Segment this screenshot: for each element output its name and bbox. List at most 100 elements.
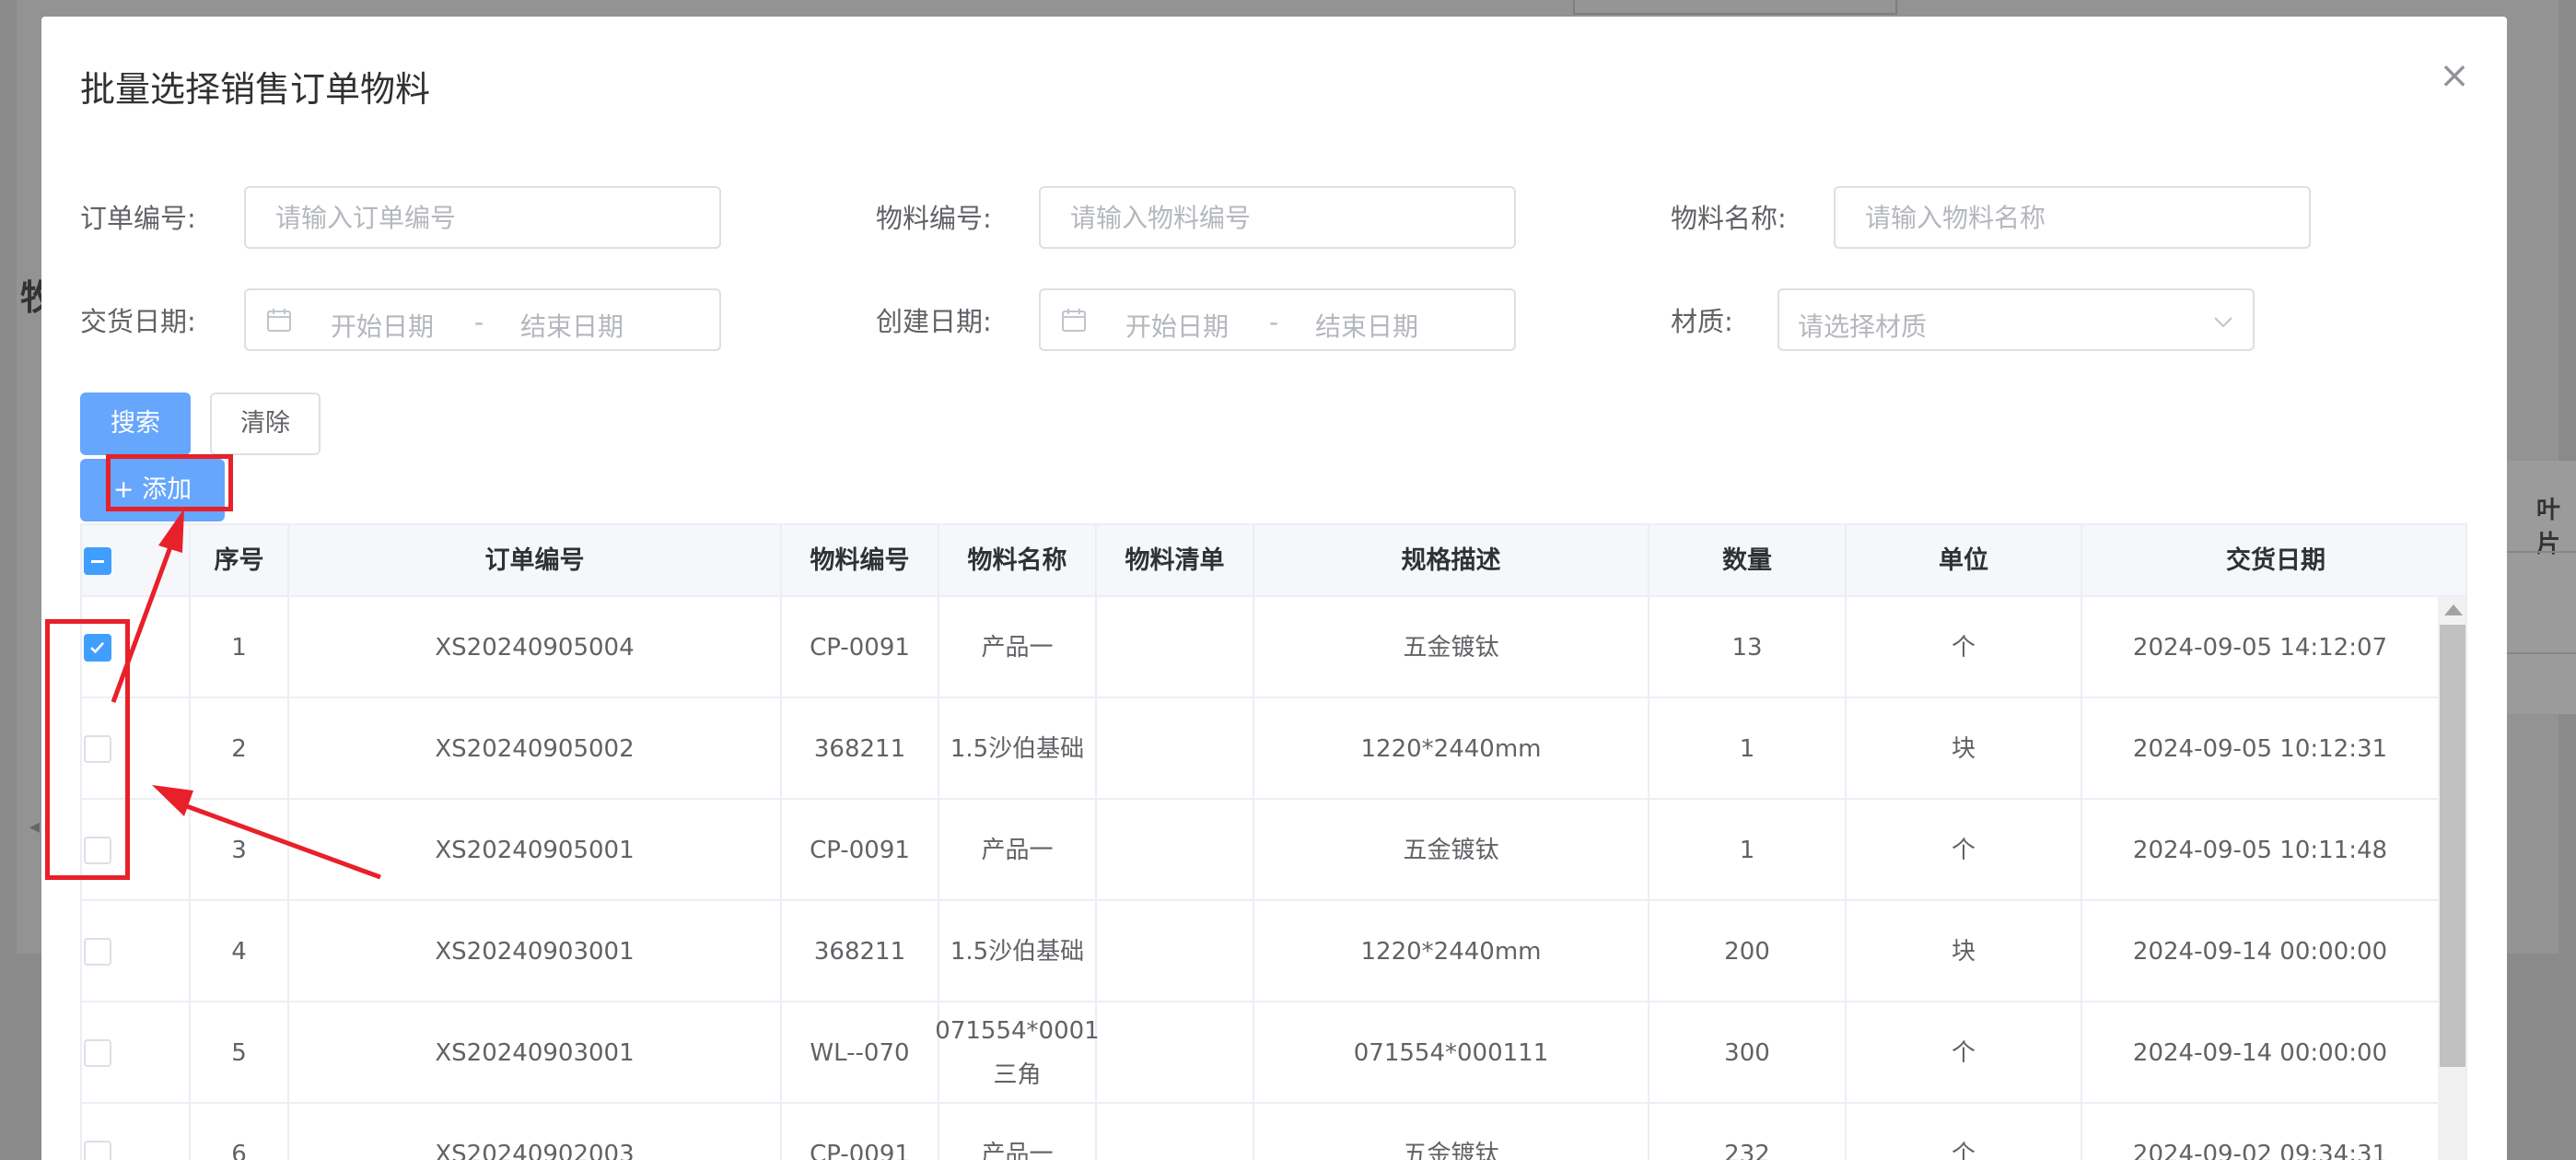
row-checkbox[interactable] (84, 1039, 111, 1067)
cell-unit: 个 (1847, 800, 2082, 901)
table-row[interactable]: 3 XS20240905001 CP-0091 产品一 五金镀钛 1 个 2024-09-05… (82, 800, 2438, 901)
search-button[interactable]: 搜索 (80, 393, 191, 455)
select-all-cell (82, 525, 191, 597)
cell-qty: 1 (1649, 800, 1847, 901)
cell-material-name: 1.5沙伯基础 (939, 901, 1097, 1002)
cell-delivery: 2024-09-02 09:34:31 (2132, 1141, 2388, 1160)
create-date-label: 创建日期: (876, 306, 992, 337)
cell-unit: 块 (1847, 901, 2082, 1002)
cell-spec: 1220*2440mm (1254, 698, 1649, 800)
cell-material-no: CP-0091 (782, 1104, 939, 1160)
row-checkbox[interactable] (84, 938, 111, 966)
cell-material-name: 1.5沙伯基础 (939, 698, 1097, 800)
cell-bom (1097, 698, 1254, 800)
row-select-cell (82, 1002, 191, 1104)
cell-spec: 五金镀钛 (1254, 597, 1649, 698)
cell-qty: 1 (1649, 698, 1847, 800)
cell-qty: 300 (1649, 1002, 1847, 1104)
cell-unit: 个 (1847, 1002, 2082, 1104)
cell-delivery: 2024-09-05 10:11:48 (2132, 837, 2388, 864)
delivery-date-label: 交货日期: (80, 306, 196, 337)
table-row[interactable]: 1 XS20240905004 CP-0091 产品一 五金镀钛 13 个 2024-09-0… (82, 597, 2438, 698)
material-table: 序号 订单编号 物料编号 物料名称 物料清单 规格描述 数量 单位 交货日期 1… (80, 523, 2467, 1160)
cell-qty: 200 (1649, 901, 1847, 1002)
cell-material-name: 产品一 (939, 597, 1097, 698)
cell-bom (1097, 1104, 1254, 1160)
cell-material-name: 产品一 (939, 800, 1097, 901)
column-header: 物料编号 (782, 525, 939, 597)
select-all-checkbox[interactable] (84, 547, 111, 575)
cell-material-no: 368211 (782, 698, 939, 800)
texture-select-placeholder: 请选择材质 (1798, 311, 1928, 342)
background-divider (2507, 652, 2576, 654)
annotation-box-add (106, 454, 233, 511)
cell-material-no: CP-0091 (782, 597, 939, 698)
row-select-cell (82, 901, 191, 1002)
cell-bom (1097, 800, 1254, 901)
delivery-date-range-picker[interactable]: 开始日期 - 结束日期 (244, 288, 721, 351)
column-header: 物料清单 (1097, 525, 1254, 597)
cell-seq: 5 (191, 1002, 289, 1104)
calendar-icon (267, 309, 291, 332)
delivery-end-date[interactable]: 结束日期 (520, 307, 624, 344)
column-header: 交货日期 (2226, 546, 2325, 575)
texture-label: 材质: (1671, 306, 1733, 337)
table-row[interactable]: 2 XS20240905002 368211 1.5沙伯基础 1220*2440mm 1 块… (82, 698, 2438, 800)
date-separator: - (1269, 307, 1279, 337)
background-top-box (1573, 0, 1897, 15)
cell-qty: 232 (1649, 1104, 1847, 1160)
delivery-start-date[interactable]: 开始日期 (331, 307, 434, 344)
cell-order-no: XS20240903001 (289, 901, 782, 1002)
create-end-date[interactable]: 结束日期 (1315, 307, 1418, 344)
cell-order-no: XS20240905004 (289, 597, 782, 698)
clear-button[interactable]: 清除 (210, 393, 321, 455)
column-header: 订单编号 (289, 525, 782, 597)
calendar-icon (1062, 309, 1086, 332)
material-name-label: 物料名称: (1671, 203, 1787, 234)
cell-spec: 五金镀钛 (1254, 800, 1649, 901)
cell-material-no: WL--070 (782, 1002, 939, 1104)
cell-material-name: 071554*0001三角 (935, 1002, 1100, 1104)
cell-seq: 3 (191, 800, 289, 901)
table-row[interactable]: 5 XS20240903001 WL--070 071554*0001三角 071554… (82, 1002, 2438, 1104)
cell-unit: 个 (1847, 597, 2082, 698)
cell-delivery: 2024-09-14 00:00:00 (2132, 938, 2388, 966)
cell-seq: 1 (191, 597, 289, 698)
scrollbar-thumb[interactable] (2440, 625, 2465, 1067)
cell-bom (1097, 1002, 1254, 1104)
row-select-cell (82, 1104, 191, 1160)
column-header: 序号 (191, 525, 289, 597)
table-row[interactable]: 6 XS20240902003 CP-0091 产品一 五金镀钛 232 个 2024-09-… (82, 1104, 2438, 1160)
create-date-range-picker[interactable]: 开始日期 - 结束日期 (1039, 288, 1516, 351)
date-separator: - (474, 307, 484, 337)
order-no-input[interactable] (244, 186, 721, 249)
create-start-date[interactable]: 开始日期 (1125, 307, 1229, 344)
annotation-box-checkboxes (45, 619, 130, 880)
chevron-down-icon (2214, 317, 2232, 328)
cell-order-no: XS20240905002 (289, 698, 782, 800)
scroll-up-arrow-icon[interactable] (2444, 604, 2463, 615)
cell-delivery: 2024-09-05 10:12:31 (2132, 735, 2388, 763)
cell-unit: 个 (1847, 1104, 2082, 1160)
cell-bom (1097, 597, 1254, 698)
table-row[interactable]: 4 XS20240903001 368211 1.5沙伯基础 1220*2440mm 20… (82, 901, 2438, 1002)
column-header: 规格描述 (1254, 525, 1649, 597)
cell-order-no: XS20240902003 (289, 1104, 782, 1160)
cell-delivery: 2024-09-05 14:12:07 (2132, 634, 2388, 662)
cell-delivery: 2024-09-14 00:00:00 (2132, 1039, 2388, 1067)
cell-order-no: XS20240905001 (289, 800, 782, 901)
cell-unit: 块 (1847, 698, 2082, 800)
close-icon[interactable]: × (2436, 57, 2473, 94)
background-right-header: 叶片 (2536, 497, 2561, 558)
row-checkbox[interactable] (84, 1141, 111, 1160)
batch-select-dialog: 批量选择销售订单物料 × 订单编号: 物料编号: 物料名称: 交货日期: 开始日… (41, 17, 2507, 1160)
cell-spec: 1220*2440mm (1254, 901, 1649, 1002)
cell-qty: 13 (1649, 597, 1847, 698)
dialog-title: 批量选择销售订单物料 (80, 69, 431, 110)
material-name-input[interactable] (1834, 186, 2311, 249)
background-divider (2507, 551, 2576, 553)
material-no-input[interactable] (1039, 186, 1516, 249)
texture-select[interactable]: 请选择材质 (1778, 288, 2255, 351)
cell-spec: 五金镀钛 (1254, 1104, 1649, 1160)
material-no-label: 物料编号: (876, 203, 992, 234)
